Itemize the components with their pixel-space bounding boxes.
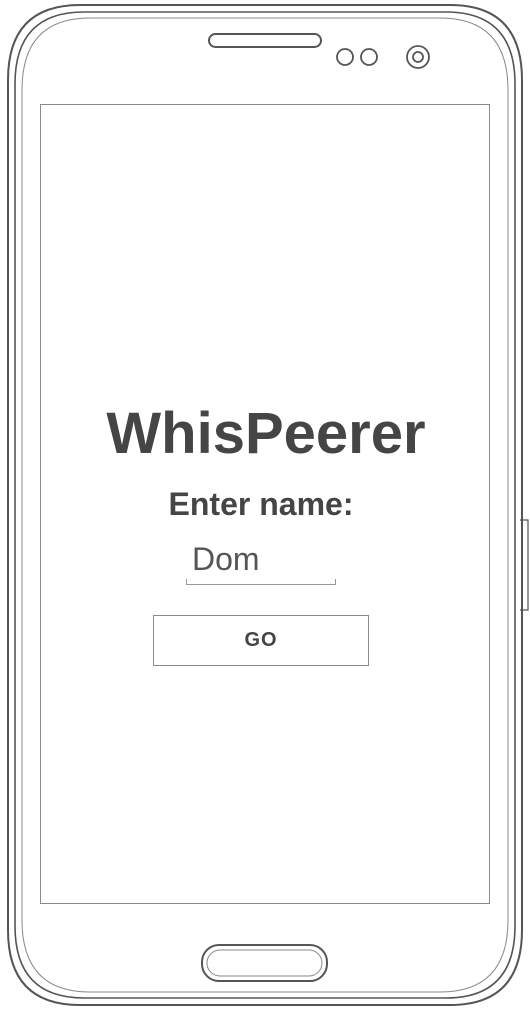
front-camera-icon [406, 45, 430, 69]
input-underline [186, 579, 336, 585]
name-input-container [186, 535, 336, 585]
app-title: WhisPeerer [106, 401, 426, 466]
name-prompt-label: Enter name: [168, 486, 354, 522]
sensor-icon [360, 48, 378, 66]
speaker-icon [208, 33, 322, 48]
sensor-icon [336, 48, 354, 66]
device-screen: WhisPeerer Enter name: GO [40, 104, 490, 904]
go-button[interactable]: GO [153, 615, 369, 666]
name-input[interactable] [186, 535, 336, 583]
